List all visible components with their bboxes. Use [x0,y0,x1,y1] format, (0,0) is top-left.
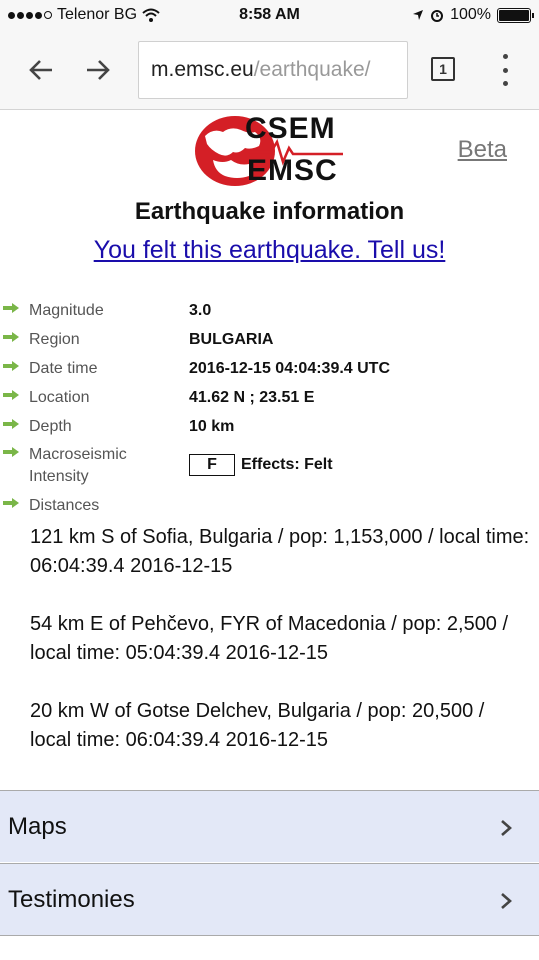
depth-label: Depth [29,418,72,435]
forward-button[interactable] [78,50,118,90]
beta-link[interactable]: Beta [458,136,507,164]
browser-menu-button[interactable] [497,54,513,86]
location-value: 41.62 N ; 23.51 E [189,389,315,406]
url-path: /earthquake/ [253,58,371,81]
intensity-code-box: F [189,454,235,476]
datetime-label: Date time [29,360,98,377]
emsc-logo[interactable]: CSEM EMSC [193,112,345,188]
location-arrow-icon [413,10,424,20]
battery-icon [497,7,534,23]
logo-text-csem: CSEM [245,112,336,145]
magnitude-label: Magnitude [29,302,104,319]
magnitude-value: 3.0 [189,302,212,319]
address-bar[interactable]: m.emsc.eu/earthquake/ [138,41,408,99]
intensity-effects: Effects: Felt [241,456,333,473]
tab-switcher-button[interactable]: 1 [431,57,455,81]
region-label: Region [29,331,80,348]
forward-arrow-icon [87,60,110,80]
maps-menu-item[interactable]: Maps [0,790,539,862]
back-arrow-icon [29,60,52,80]
more-dot-icon [502,54,508,59]
intensity-label-line2: Intensity [29,468,89,485]
back-button[interactable] [21,50,61,90]
region-value: BULGARIA [189,331,274,348]
browser-toolbar: m.emsc.eu/earthquake/ 1 [0,30,539,110]
intensity-value: F Effects: Felt [189,454,333,476]
distances-label: Distances [29,497,100,514]
testimonies-label: Testimonies [8,886,135,913]
datetime-value: 2016-12-15 04:04:39.4 UTC [189,360,391,377]
chevron-right-icon [501,893,512,909]
maps-label: Maps [8,813,67,840]
testimonies-menu-item[interactable]: Testimonies [0,863,539,935]
green-arrow-icon [3,419,19,429]
chevron-right-icon [501,820,512,836]
green-arrow-icon [3,447,19,457]
distance-item: 20 km W of Gotse Delchev, Bulgaria / pop… [30,700,485,751]
logo-text-emsc: EMSC [247,154,338,187]
depth-value: 10 km [189,418,235,435]
location-label: Location [29,389,90,406]
divider [0,935,539,936]
distance-item: 121 km S of Sofia, Bulgaria / pop: 1,153… [30,526,530,577]
green-arrow-icon [3,303,19,313]
distance-item: 54 km E of Pehčevo, FYR of Macedonia / p… [30,613,509,664]
url-host: m.emsc.eu [151,58,254,81]
green-arrow-icon [3,361,19,371]
green-arrow-icon [3,390,19,400]
status-bar: Telenor BG 8:58 AM 100% [0,0,539,30]
status-right: 100% [412,6,534,24]
alarm-icon [431,10,444,22]
green-arrow-icon [3,332,19,342]
intensity-label-line1: Macroseismic [29,446,127,463]
battery-percent: 100% [450,6,491,23]
green-arrow-icon [3,498,19,508]
page-title: Earthquake information [134,198,405,225]
felt-earthquake-link[interactable]: You felt this earthquake. Tell us! [0,236,539,265]
intensity-label: Macroseismic Intensity [29,444,127,488]
